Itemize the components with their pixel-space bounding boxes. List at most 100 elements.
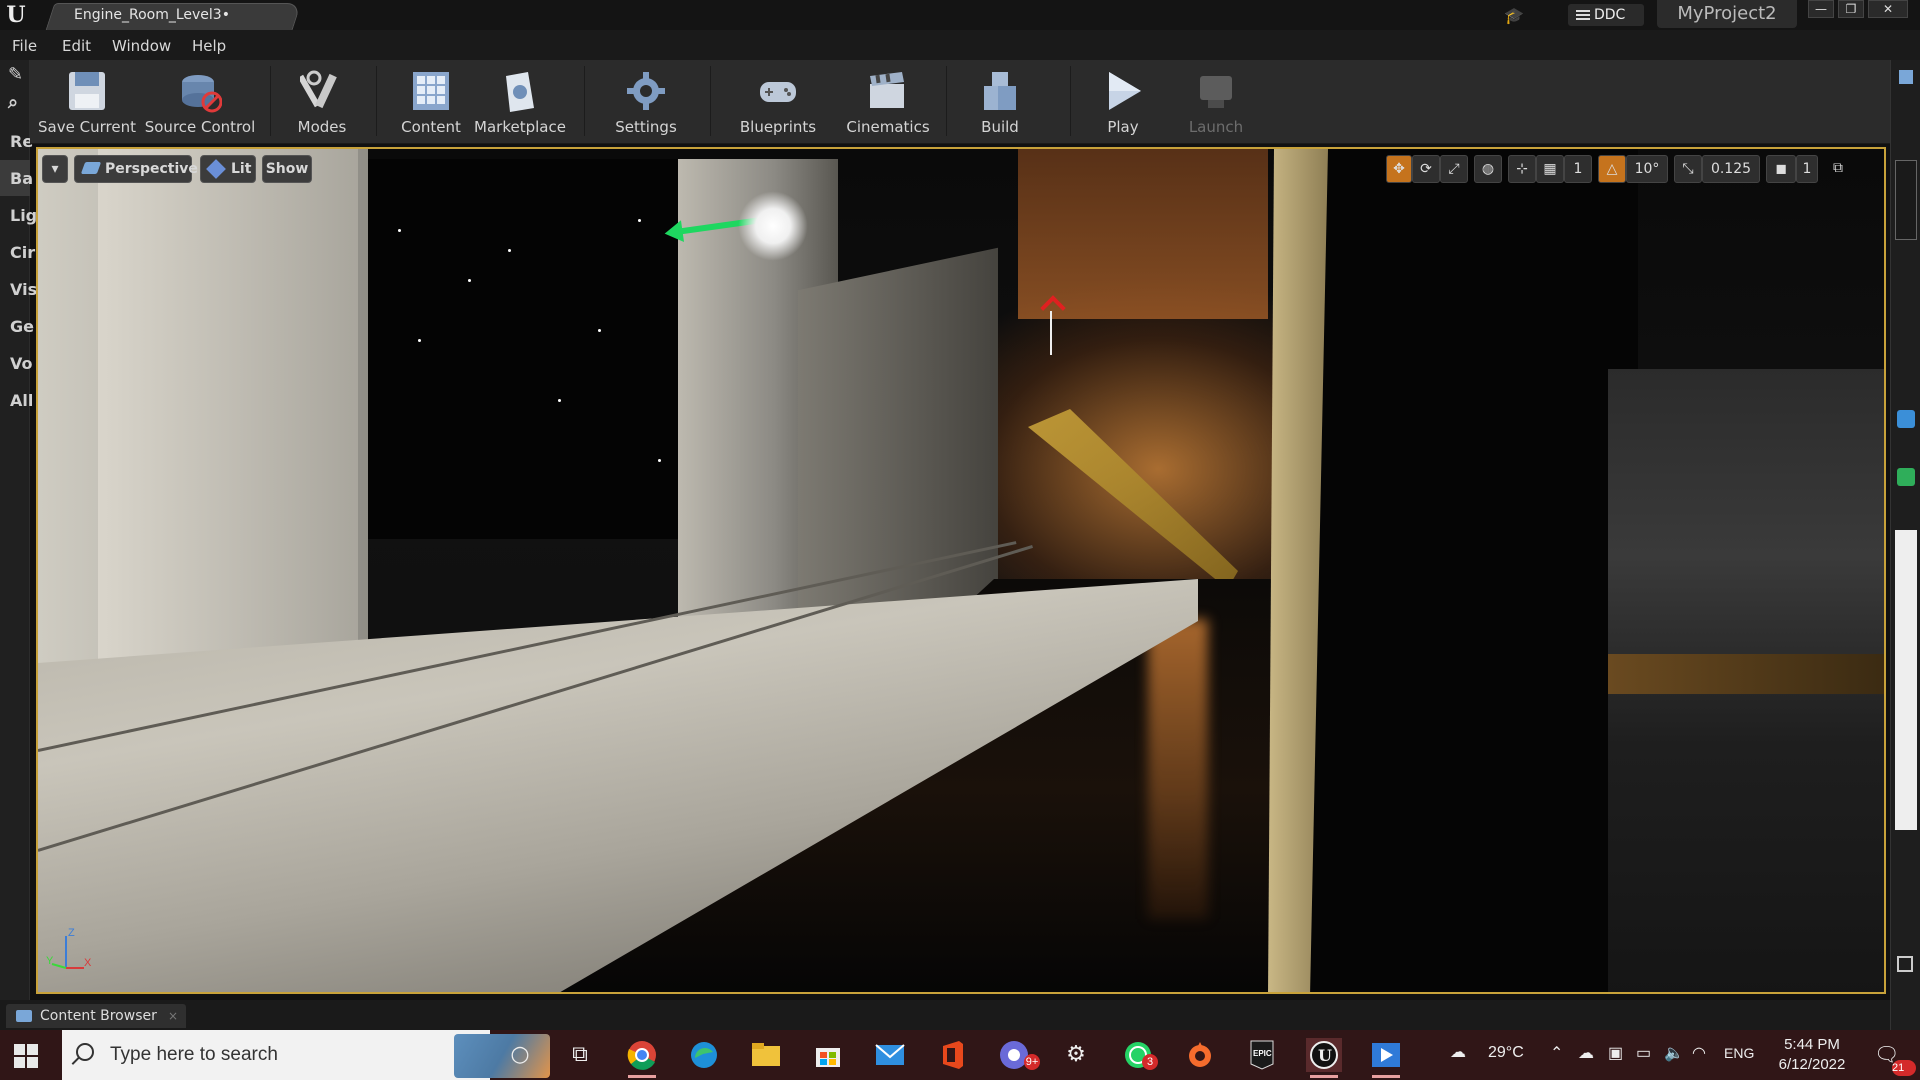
menu-edit[interactable]: Edit [62, 37, 91, 55]
world-outliner-icon[interactable] [1899, 70, 1913, 84]
marketplace-button[interactable]: Marketplace [470, 64, 570, 140]
search-icon[interactable]: ⌕ [8, 92, 18, 113]
onedrive-cloud-icon[interactable]: ☁ [1578, 1043, 1594, 1080]
category-visual-effects[interactable]: Vis [10, 280, 37, 299]
close-button[interactable]: ✕ [1868, 0, 1908, 18]
grid-snap-value[interactable]: 1 [1564, 155, 1592, 183]
media-player-icon[interactable] [1368, 1038, 1404, 1078]
ddc-button[interactable]: DDC [1568, 4, 1644, 26]
content-button[interactable]: Content [396, 64, 466, 140]
world-space-globe-icon[interactable]: ◍ [1474, 155, 1502, 183]
viewport-options-dropdown[interactable]: ▾ [42, 155, 68, 183]
taskbar-search-box[interactable]: Type here to search [62, 1030, 550, 1080]
origin-icon[interactable] [1182, 1038, 1218, 1072]
camera-speed-value[interactable]: 1 [1796, 155, 1818, 183]
space-window [358, 159, 718, 539]
unreal-logo-icon[interactable]: U [4, 3, 28, 27]
lit-button[interactable]: Lit [200, 155, 256, 183]
source-control-button[interactable]: Source Control [144, 64, 256, 140]
save-current-button[interactable]: Save Current [32, 64, 142, 140]
file-explorer-icon[interactable] [748, 1038, 784, 1072]
details-info-icon[interactable] [1897, 410, 1915, 428]
menu-file[interactable]: File [12, 37, 37, 55]
show-hidden-icons-chevron-icon[interactable]: ⌃ [1550, 1043, 1563, 1080]
menu-window[interactable]: Window [112, 37, 171, 55]
perspective-button[interactable]: Perspective [74, 155, 198, 183]
battery-icon[interactable]: ▭ [1636, 1043, 1651, 1080]
details-search-field[interactable] [1895, 530, 1917, 830]
settings-gear-icon[interactable]: ⚙ [1058, 1038, 1094, 1072]
yellow-ramp [1028, 409, 1238, 589]
camera-speed-icon[interactable]: ◼ [1766, 155, 1796, 183]
blueprints-button[interactable]: Blueprints [730, 64, 826, 140]
tutorial-cap-icon[interactable]: 🎓 [1504, 6, 1524, 25]
search-input[interactable]: Type here to search [110, 1044, 278, 1066]
surface-snap-icon[interactable]: ⊹ [1508, 155, 1536, 183]
volume-icon[interactable]: 🔈 [1664, 1043, 1684, 1080]
add-component-icon[interactable] [1897, 468, 1915, 486]
content-browser-tab[interactable]: Content Browser × [6, 1004, 186, 1028]
scale-snap-icon[interactable]: ⤡ [1674, 155, 1702, 183]
category-basic[interactable]: Ba [10, 169, 33, 188]
wifi-icon[interactable]: ◠ [1692, 1043, 1706, 1080]
office-icon[interactable] [934, 1038, 970, 1072]
category-cinematic[interactable]: Cir [10, 243, 35, 262]
rotation-snap-value[interactable]: 10° [1626, 155, 1668, 183]
directional-light-gizmo[interactable] [678, 171, 808, 281]
meet-now-icon[interactable]: ▣ [1608, 1043, 1623, 1080]
minimize-button[interactable]: — [1808, 0, 1834, 18]
task-view-icon[interactable]: ⧉ [562, 1038, 598, 1072]
active-indicator [628, 1075, 656, 1078]
windows-start-icon[interactable] [14, 1044, 38, 1068]
unreal-engine-icon[interactable]: U [1306, 1038, 1342, 1078]
play-label: Play [1107, 118, 1139, 136]
point-light-gizmo-icon[interactable] [1038, 299, 1066, 359]
play-button[interactable]: Play [1086, 64, 1160, 140]
build-button[interactable]: Build [960, 64, 1040, 140]
restore-button[interactable]: ❐ [1838, 0, 1864, 18]
maximize-viewport-icon[interactable]: ⧉ [1826, 155, 1850, 183]
whatsapp-icon[interactable]: 3 [1120, 1038, 1158, 1072]
category-volumes[interactable]: Vo [10, 354, 33, 373]
edge-icon[interactable] [686, 1038, 722, 1072]
light-source-icon[interactable] [738, 191, 808, 261]
chrome-profile-icon[interactable]: 9+ [996, 1038, 1040, 1072]
details-scrollbar[interactable] [1895, 160, 1917, 240]
taskbar-clock[interactable]: 5:44 PM 6/12/2022 [1770, 1035, 1854, 1075]
weather-temperature[interactable]: 29°C [1488, 1044, 1524, 1080]
language-indicator[interactable]: ENG [1724, 1045, 1754, 1080]
rotate-mode-icon[interactable]: ⟳ [1412, 155, 1440, 183]
toolbar-separator [376, 66, 377, 136]
microsoft-store-icon[interactable] [810, 1038, 846, 1072]
active-indicator [1310, 1075, 1338, 1078]
mail-icon[interactable] [872, 1038, 908, 1072]
scale-snap-value[interactable]: 0.125 [1702, 155, 1760, 183]
cinematics-button[interactable]: Cinematics [840, 64, 936, 140]
marketplace-icon [506, 72, 534, 112]
chrome-icon[interactable] [624, 1038, 660, 1078]
star [598, 329, 601, 332]
ddc-icon [1576, 10, 1590, 20]
place-mode-icon[interactable]: ✎ [8, 64, 23, 85]
show-button[interactable]: Show [262, 155, 312, 183]
level-viewport[interactable]: ▾ Perspective Lit Show ✥ ⟳ ⤢ ◍ ⊹ ▦ 1 △ 1… [36, 147, 1886, 994]
settings-button[interactable]: Settings [606, 64, 686, 140]
notification-center-icon[interactable]: 🗨 21 [1874, 1042, 1916, 1080]
level-tab[interactable]: Engine_Room_Level3• [74, 7, 230, 23]
epic-games-icon[interactable]: EPIC [1244, 1038, 1280, 1072]
cortana-icon[interactable]: ○ [502, 1038, 538, 1072]
translate-mode-icon[interactable]: ✥ [1386, 155, 1412, 183]
rotation-snap-icon[interactable]: △ [1598, 155, 1626, 183]
checkbox-icon[interactable] [1897, 956, 1913, 972]
weather-icon[interactable]: ☁ [1450, 1042, 1480, 1080]
grid-snap-icon[interactable]: ▦ [1536, 155, 1564, 183]
launch-button[interactable]: Launch [1176, 64, 1256, 140]
build-label: Build [981, 118, 1019, 136]
close-tab-icon[interactable]: × [168, 1004, 178, 1028]
category-all-classes[interactable]: All [10, 391, 33, 410]
category-lights[interactable]: Lig [10, 206, 37, 225]
category-geometry[interactable]: Ge [10, 317, 34, 336]
modes-button[interactable]: Modes [282, 64, 362, 140]
scale-mode-icon[interactable]: ⤢ [1440, 155, 1468, 183]
menu-help[interactable]: Help [192, 37, 226, 55]
